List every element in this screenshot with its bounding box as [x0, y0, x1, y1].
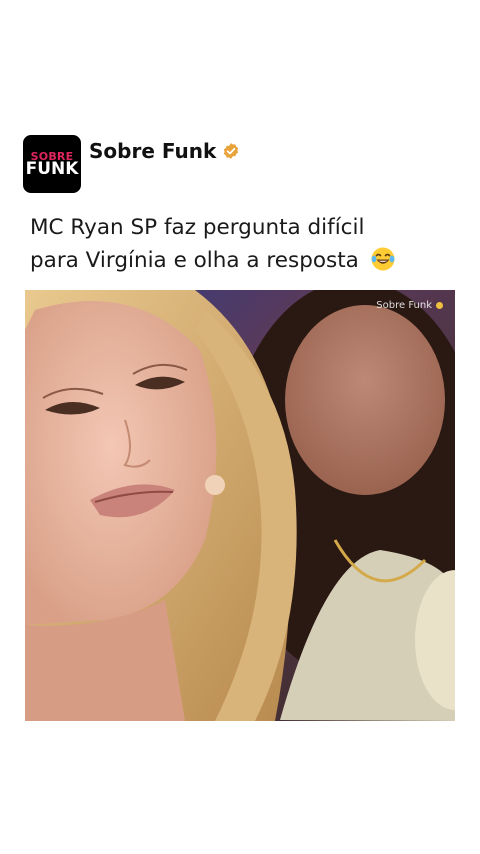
- post-caption: MC Ryan SP faz pergunta difícil para Vir…: [30, 211, 460, 277]
- post-header: SOBRE FUNK Sobre Funk: [23, 135, 240, 193]
- avatar-logo-line2: FUNK: [25, 158, 79, 179]
- caption-line-2: para Virgínia e olha a resposta: [30, 248, 359, 273]
- laughing-tears-emoji-icon: [370, 246, 396, 272]
- caption-line-1: MC Ryan SP faz pergunta difícil: [30, 215, 365, 240]
- account-name[interactable]: Sobre Funk: [89, 139, 216, 163]
- video-frame: [25, 290, 455, 721]
- post-video[interactable]: Sobre Funk: [25, 290, 455, 721]
- verified-badge-icon: [222, 142, 240, 160]
- avatar[interactable]: SOBRE FUNK: [23, 135, 81, 193]
- video-watermark: Sobre Funk: [376, 300, 443, 311]
- watermark-text: Sobre Funk: [376, 300, 432, 311]
- watermark-badge-icon: [436, 302, 443, 309]
- post-card: SOBRE FUNK Sobre Funk MC Ryan SP faz per…: [0, 0, 480, 854]
- account-info: Sobre Funk: [89, 139, 240, 163]
